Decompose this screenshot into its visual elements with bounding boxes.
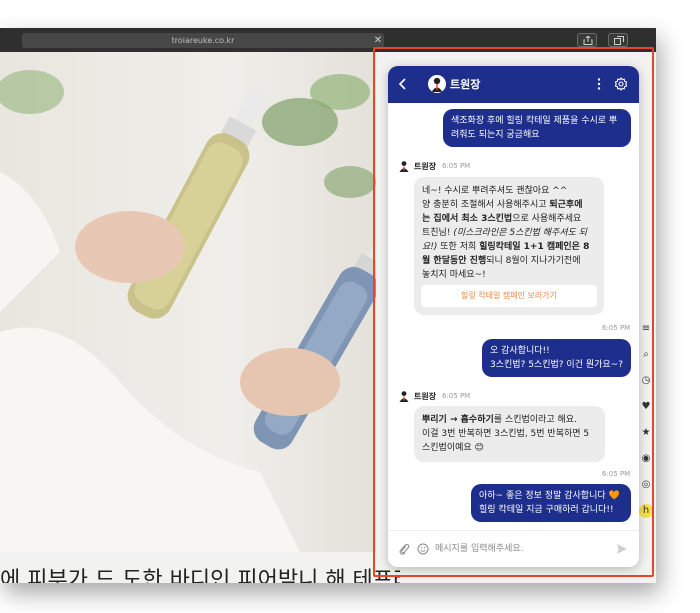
outgoing-message: 아하~ 좋은 정보 정말 감사합니다 🧡 힐링 칵테일 지금 구매하러 갑니다!… xyxy=(471,484,631,522)
agent-avatar-icon xyxy=(399,391,409,402)
message-text-bold: 퇴근후에 xyxy=(549,200,583,210)
message-text: 또한 저희 xyxy=(437,242,480,252)
campaign-link-button[interactable]: 힐링 칵테일 캠페인 보러가기 xyxy=(421,285,597,307)
message-text-italic: 요!) xyxy=(422,242,438,252)
agent-name: 트원장 xyxy=(450,78,481,91)
message-input[interactable] xyxy=(435,540,605,558)
url-close-icon[interactable]: ✕ xyxy=(372,33,384,48)
settings-gear-icon[interactable] xyxy=(614,77,628,91)
message-text: 이걸 3번 반복하면 3스킨법, 5번 반복하면 5 xyxy=(422,429,590,439)
message-text: 스킨법이예요 😊 xyxy=(422,443,484,453)
address-bar[interactable]: troiareuke.co.kr xyxy=(22,33,384,48)
message-line: 월 한달동안 진행되니 8월이 지나가기전에 xyxy=(422,254,596,268)
message-text-bold: 뿌리기 → 흡수하기 xyxy=(422,415,494,425)
message-text: 아하~ 좋은 정보 정말 감사합니다 🧡 xyxy=(479,491,620,501)
tabs-button[interactable] xyxy=(608,33,628,47)
sender-name: 트원장 xyxy=(414,162,437,171)
message-text-bold: 는 집에서 최소 3스킨법 xyxy=(422,214,513,224)
page-caption: 에 피부가 드 도한 바디인 피어받니 해 테프라키오 " xyxy=(0,568,400,583)
message-line: 양 충분히 조절해서 사용해주시고 퇴근후에 xyxy=(422,198,596,212)
back-chevron-icon[interactable] xyxy=(396,77,410,91)
message-line: 뿌리기 → 흡수하기를 스킨법이라고 해요. xyxy=(422,413,597,427)
chat-input-bar xyxy=(388,530,639,567)
message-text: 힐링 칵테일 지금 구매하러 갑니다!! xyxy=(479,505,614,515)
chat-messages: 색조화장 후에 힐링 칵테일 제품을 수시로 뿌 려줘도 되는지 궁금해요 트원… xyxy=(388,103,639,530)
share-button[interactable] xyxy=(577,33,597,47)
product-photo-illustration xyxy=(0,70,398,552)
person-icon xyxy=(431,77,443,92)
message-time: 6:05 PM xyxy=(602,324,631,332)
message-time: 6:05 PM xyxy=(602,470,631,478)
message-text: 오 감사합니다!! xyxy=(490,346,550,356)
incoming-message: 네~! 수시로 뿌려주셔도 괜찮아요 ^^ 양 충분히 조절해서 사용해주시고 … xyxy=(414,177,604,315)
attach-paperclip-icon[interactable] xyxy=(398,543,410,555)
message-text: 네~! 수시로 뿌려주셔도 괜찮아요 ^^ xyxy=(422,186,568,196)
message-text: 트친님! xyxy=(422,228,454,238)
emoji-icon[interactable] xyxy=(417,543,429,555)
message-text: 으로 사용해주세요 xyxy=(512,214,582,224)
message-line: 요!) 또한 저희 힐링칵테일 1+1 캠페인은 8 xyxy=(422,240,596,254)
message-text: 3스킨법? 5스킨법? 이건 뭔가요~? xyxy=(490,360,623,370)
message-text-italic: (미스크라인은 5스킨법 해주셔도 되 xyxy=(453,228,588,238)
incoming-message: 뿌리기 → 흡수하기를 스킨법이라고 해요. 이걸 3번 반복하면 3스킨법, … xyxy=(414,406,605,462)
message-text-bold: 힐링칵테일 1+1 캠페인은 8 xyxy=(479,242,590,252)
sender-name: 트원장 xyxy=(414,392,437,401)
message-time: 6:05 PM xyxy=(442,162,471,170)
message-text-bold: 월 한달동안 진행 xyxy=(422,256,487,266)
chat-header: 트원장 xyxy=(388,66,639,103)
agent-avatar-icon xyxy=(399,161,409,172)
message-line: 는 집에서 최소 3스킨법으로 사용해주세요 xyxy=(422,212,596,226)
outgoing-message: 오 감사합니다!! 3스킨법? 5스킨법? 이건 뭔가요~? xyxy=(482,339,631,377)
message-text: 를 스킨법이라고 해요. xyxy=(493,415,577,425)
chat-widget: 트원장 색조화장 후에 힐링 칵테일 제품을 수시로 뿌 려줘도 되는지 궁금해… xyxy=(388,66,639,567)
outgoing-message: 색조화장 후에 힐링 칵테일 제품을 수시로 뿌 려줘도 되는지 궁금해요 xyxy=(443,109,631,147)
message-line: 네~! 수시로 뿌려주셔도 괜찮아요 ^^ xyxy=(422,184,596,198)
message-line: 트친님! (미스크라인은 5스킨법 해주셔도 되 xyxy=(422,226,596,240)
message-text: 려줘도 되는지 궁금해요 xyxy=(451,130,540,140)
agent-avatar xyxy=(428,75,446,93)
product-photo xyxy=(0,52,398,552)
message-text: 색조화장 후에 힐링 칵테일 제품을 수시로 뿌 xyxy=(451,116,618,126)
send-icon[interactable] xyxy=(616,543,628,555)
tabs-icon xyxy=(614,36,624,45)
message-text: 양 충분히 조절해서 사용해주시고 xyxy=(422,200,550,210)
message-text: 되니 8월이 지나가기전에 xyxy=(486,256,581,266)
message-line: 놓치지 마세요~! xyxy=(422,268,596,282)
more-options-icon[interactable] xyxy=(594,77,604,91)
share-icon xyxy=(583,36,593,45)
message-time: 6:05 PM xyxy=(442,392,471,400)
message-text: 놓치지 마세요~! xyxy=(422,270,486,280)
